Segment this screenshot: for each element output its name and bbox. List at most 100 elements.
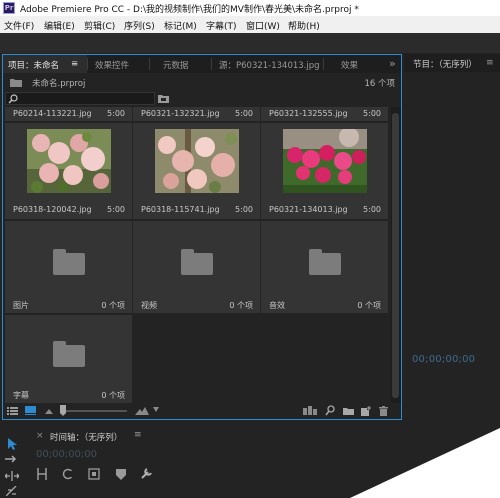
tab-effects[interactable]: 效果 — [341, 59, 358, 71]
trash-icon[interactable] — [379, 406, 388, 416]
new-bin-icon[interactable] — [343, 407, 354, 415]
tab-divider — [149, 58, 150, 70]
new-bin-icon[interactable] — [158, 94, 169, 103]
item-name: P60318-120042.jpg — [13, 205, 92, 214]
project-file-name: 未命名.prproj — [32, 79, 86, 89]
sort-menu-icon[interactable] — [153, 407, 159, 413]
razor-tool-icon[interactable] — [6, 486, 18, 496]
workspace-strip — [0, 33, 500, 53]
window-title: Adobe Premiere Pro CC - D:\我的视频制作\我们的MV制… — [20, 5, 359, 15]
clip-thumbnail — [283, 129, 367, 193]
scroll-thumb[interactable] — [392, 113, 399, 398]
tab-divider — [211, 58, 212, 70]
zoom-slider[interactable] — [63, 410, 127, 412]
project-path-row: 未命名.prproj 16 个项 — [3, 73, 401, 91]
project-item[interactable]: P60321-132555.jpg 5:00 — [261, 107, 388, 121]
tab-overflow-icon[interactable]: » — [389, 57, 396, 70]
search-icon — [8, 94, 18, 104]
project-bin[interactable]: 音效 0 个项 — [261, 221, 388, 313]
item-name: P60321-132321.jpg — [141, 109, 220, 118]
item-name: P60321-132555.jpg — [269, 109, 348, 118]
tab-project[interactable]: 项目：未命名 — [8, 59, 59, 71]
folder-icon — [53, 341, 85, 367]
project-item[interactable]: P60318-120042.jpg 5:00 — [5, 123, 132, 219]
item-duration: 5:00 — [235, 205, 253, 214]
item-name: P60321-134013.jpg — [269, 205, 348, 214]
search-input[interactable] — [5, 92, 155, 105]
item-name: P60318-115741.jpg — [141, 205, 220, 214]
tab-source[interactable]: 源：P60321-134013.jpg — [219, 59, 320, 71]
new-item-icon[interactable] — [361, 406, 371, 416]
search-row — [3, 91, 401, 107]
menu-marker[interactable]: 标记(M) — [164, 19, 197, 32]
project-item[interactable]: P60321-134013.jpg 5:00 — [261, 123, 388, 219]
ripple-edit-tool-icon[interactable] — [5, 471, 19, 481]
bin-count: 0 个项 — [357, 301, 381, 310]
timeline-timecode[interactable]: 00;00;00;00 — [36, 449, 97, 460]
folder-icon — [53, 249, 85, 275]
clip-thumbnail — [27, 129, 111, 193]
tab-menu-icon[interactable]: ≡ — [71, 59, 78, 69]
item-duration: 5:00 — [107, 109, 125, 118]
track-select-tool-icon[interactable] — [5, 455, 19, 463]
item-duration: 5:00 — [107, 205, 125, 214]
premiere-app-icon: Pr — [3, 2, 15, 14]
menu-help[interactable]: 帮助(H) — [288, 19, 320, 32]
page-curl-overlay — [350, 428, 500, 498]
project-item[interactable]: P60321-132321.jpg 5:00 — [133, 107, 260, 121]
menu-window[interactable]: 窗口(W) — [246, 19, 280, 32]
project-bin[interactable]: 图片 0 个项 — [5, 221, 132, 313]
panel-tab-bar: 项目：未命名 ≡ 效果控件 元数据 源：P60321-134013.jpg 效果… — [3, 55, 401, 73]
add-marker-icon[interactable] — [88, 468, 100, 480]
project-panel: 项目：未命名 ≡ 效果控件 元数据 源：P60321-134013.jpg 效果… — [2, 54, 402, 420]
zoom-out-icon[interactable] — [45, 408, 53, 414]
menu-bar: 文件(F) 编辑(E) 剪辑(C) 序列(S) 标记(M) 字幕(T) 窗口(W… — [0, 16, 500, 33]
item-name: P60214-113221.jpg — [13, 109, 92, 118]
item-duration: 5:00 — [235, 109, 253, 118]
panel-menu-icon[interactable]: ≡ — [486, 58, 494, 68]
bin-count: 0 个项 — [229, 301, 253, 310]
program-monitor-title[interactable]: 节目：（无序列） — [413, 58, 477, 70]
project-items-grid: P60214-113221.jpg 5:00 P60321-132321.jpg… — [3, 107, 391, 403]
project-scrollbar[interactable] — [391, 107, 401, 403]
tab-divider — [323, 58, 324, 70]
program-monitor-panel: 节目：（无序列） ≡ 00;00;00;00 — [404, 54, 500, 420]
menu-clip[interactable]: 剪辑(C) — [84, 19, 115, 32]
timeline-title[interactable]: 时间轴：（无序列） — [50, 431, 122, 443]
menu-title[interactable]: 字幕(T) — [206, 19, 237, 32]
program-tab-bar: 节目：（无序列） ≡ — [404, 54, 500, 72]
tab-effect-controls[interactable]: 效果控件 — [95, 59, 129, 71]
tab-metadata[interactable]: 元数据 — [163, 59, 189, 71]
zoom-slider-handle[interactable] — [59, 405, 67, 416]
project-file-icon — [10, 79, 22, 87]
menu-edit[interactable]: 编辑(E) — [44, 19, 75, 32]
close-icon[interactable]: × — [36, 431, 44, 441]
list-view-icon[interactable] — [7, 407, 18, 415]
wrench-icon[interactable] — [140, 468, 152, 480]
project-item[interactable]: P60318-115741.jpg 5:00 — [133, 123, 260, 219]
menu-sequence[interactable]: 序列(S) — [124, 19, 155, 32]
bin-name: 图片 — [13, 301, 29, 310]
tab-divider — [87, 58, 88, 70]
sort-icon[interactable] — [135, 407, 149, 415]
marker-icon[interactable] — [116, 469, 126, 480]
tools-panel — [2, 426, 24, 498]
icon-view-icon[interactable] — [25, 406, 36, 415]
panel-menu-icon[interactable]: ≡ — [134, 430, 142, 440]
folder-icon — [181, 249, 213, 275]
find-icon[interactable] — [325, 405, 335, 416]
project-bottom-toolbar — [3, 403, 401, 419]
selection-tool-icon[interactable] — [7, 438, 17, 450]
menu-file[interactable]: 文件(F) — [4, 19, 34, 32]
project-bin[interactable]: 字幕 0 个项 — [5, 315, 132, 403]
linked-selection-icon[interactable] — [62, 468, 74, 480]
clip-thumbnail — [155, 129, 239, 193]
project-bin[interactable]: 视频 0 个项 — [133, 221, 260, 313]
folder-icon — [309, 249, 341, 275]
snap-icon[interactable] — [36, 468, 48, 480]
project-item[interactable]: P60214-113221.jpg 5:00 — [5, 107, 132, 121]
automate-to-sequence-icon[interactable] — [303, 406, 317, 415]
bin-name: 字幕 — [13, 391, 29, 400]
bin-name: 音效 — [269, 301, 285, 310]
program-timecode[interactable]: 00;00;00;00 — [412, 354, 475, 365]
